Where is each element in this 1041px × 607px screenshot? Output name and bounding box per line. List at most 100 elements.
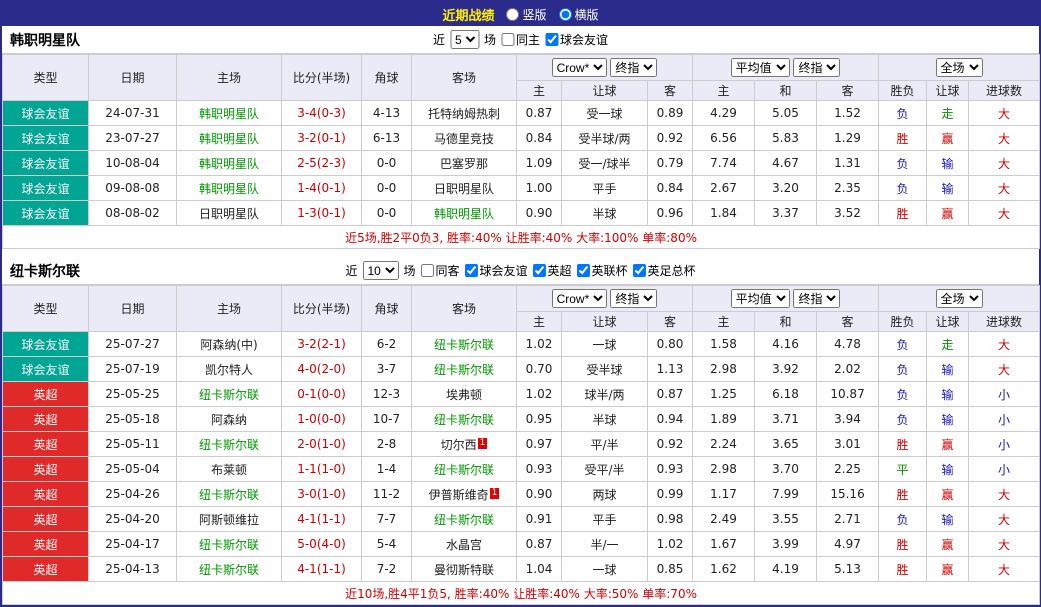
filter-option-1-4[interactable]: 英足总杯 [633, 262, 696, 279]
fulltime-select[interactable]: 全场 [936, 289, 983, 308]
odds-time-select[interactable]: 终指 [610, 58, 657, 77]
avg-odds-away: 1.29 [817, 126, 879, 151]
handicap-odds-away: 1.13 [648, 357, 693, 382]
avg-odds-home: 1.84 [693, 201, 755, 226]
match-row: 英超 25-05-04 布莱顿 1-1(1-0) 1-4 纽卡斯尔联 0.93 … [3, 457, 1040, 482]
away-team-link[interactable]: 巴塞罗那 [412, 151, 517, 176]
home-team-link[interactable]: 韩职明星队 [177, 101, 282, 126]
horizontal-radio[interactable] [559, 8, 572, 21]
result-wdl: 胜 [879, 126, 927, 151]
away-team-link[interactable]: 纽卡斯尔联 [412, 407, 517, 432]
corner-score: 6-2 [362, 332, 412, 357]
avg-odds-home: 2.67 [693, 176, 755, 201]
home-team-link[interactable]: 纽卡斯尔联 [177, 432, 282, 457]
home-team-link[interactable]: 凯尔特人 [177, 357, 282, 382]
away-team-link[interactable]: 纽卡斯尔联 [412, 507, 517, 532]
filter-checkbox-1-4[interactable] [633, 264, 646, 277]
home-team-link[interactable]: 纽卡斯尔联 [177, 482, 282, 507]
table-header-top: 类型日期主场比分(半场)角球客场 Crow* 终指 平均值 终指 全场 [3, 286, 1040, 312]
match-row: 球会友谊 24-07-31 韩职明星队 3-4(0-3) 4-13 托特纳姆热刺… [3, 101, 1040, 126]
bookmaker-select[interactable]: Crow* [552, 58, 607, 77]
home-team-link[interactable]: 阿森纳 [177, 407, 282, 432]
handicap-line: 受半球 [562, 357, 648, 382]
match-date: 09-08-08 [89, 176, 177, 201]
avg-odds-away: 10.87 [817, 382, 879, 407]
match-count-select[interactable]: 5 [450, 30, 479, 49]
filter-checkbox-0-1[interactable] [545, 33, 558, 46]
avg-odds-home: 1.17 [693, 482, 755, 507]
away-team-link[interactable]: 韩职明星队 [412, 201, 517, 226]
fulltime-select[interactable]: 全场 [936, 58, 983, 77]
filter-checkbox-1-2[interactable] [533, 264, 546, 277]
match-row: 英超 25-04-20 阿斯顿维拉 4-1(1-1) 7-7 纽卡斯尔联 0.9… [3, 507, 1040, 532]
layout-vertical-option[interactable]: 竖版 [506, 6, 546, 23]
away-team-link[interactable]: 马德里竞技 [412, 126, 517, 151]
handicap-line: 两球 [562, 482, 648, 507]
filter-checkbox-1-0[interactable] [420, 264, 433, 277]
home-team-link[interactable]: 纽卡斯尔联 [177, 532, 282, 557]
away-team-link[interactable]: 托特纳姆热刺 [412, 101, 517, 126]
average-select[interactable]: 平均值 [731, 289, 790, 308]
subheader-2: 客 [648, 312, 693, 332]
match-count-select[interactable]: 10 [362, 261, 398, 280]
recent-results-panel: 近期战绩 竖版 横版 韩职明星队 近 5 场 同主 球会友谊 [0, 0, 1041, 607]
result-wdl: 负 [879, 151, 927, 176]
away-team-link[interactable]: 曼彻斯特联 [412, 557, 517, 582]
result-handicap: 输 [927, 176, 969, 201]
section-header: 韩职明星队 近 5 场 同主 球会友谊 [2, 26, 1039, 54]
result-goals: 小 [969, 382, 1040, 407]
filter-option-1-2[interactable]: 英超 [533, 262, 572, 279]
away-team-link[interactable]: 水晶宫 [412, 532, 517, 557]
home-team-link[interactable]: 阿森纳(中) [177, 332, 282, 357]
home-team-link[interactable]: 日职明星队 [177, 201, 282, 226]
filter-option-0-1[interactable]: 球会友谊 [545, 31, 608, 48]
home-team-link[interactable]: 布莱顿 [177, 457, 282, 482]
filter-option-1-0[interactable]: 同客 [420, 262, 459, 279]
handicap-odds-away: 1.02 [648, 532, 693, 557]
home-team-link[interactable]: 纽卡斯尔联 [177, 557, 282, 582]
bookmaker-select[interactable]: Crow* [552, 289, 607, 308]
handicap-odds-home: 0.87 [517, 101, 562, 126]
filter-checkbox-0-0[interactable] [501, 33, 514, 46]
layout-horizontal-option[interactable]: 横版 [559, 6, 599, 23]
result-handicap: 输 [927, 382, 969, 407]
vertical-radio[interactable] [506, 8, 519, 21]
avg-time-select[interactable]: 终指 [793, 58, 840, 77]
away-team-link[interactable]: 切尔西1 [412, 432, 517, 457]
subheader-1: 让球 [562, 81, 648, 101]
result-goals: 大 [969, 176, 1040, 201]
avg-odds-home: 1.89 [693, 407, 755, 432]
match-date: 24-07-31 [89, 101, 177, 126]
home-team-link[interactable]: 韩职明星队 [177, 151, 282, 176]
home-team-link[interactable]: 阿斯顿维拉 [177, 507, 282, 532]
away-team-link[interactable]: 纽卡斯尔联 [412, 457, 517, 482]
subheader-8: 进球数 [969, 81, 1040, 101]
handicap-odds-away: 0.92 [648, 432, 693, 457]
handicap-odds-away: 0.85 [648, 557, 693, 582]
result-goals: 小 [969, 457, 1040, 482]
home-team-link[interactable]: 纽卡斯尔联 [177, 382, 282, 407]
header-col-3: 比分(半场) [282, 286, 362, 332]
filter-option-1-3[interactable]: 英联杯 [577, 262, 628, 279]
filter-option-0-0[interactable]: 同主 [501, 31, 540, 48]
filter-checkbox-1-3[interactable] [577, 264, 590, 277]
result-wdl: 负 [879, 332, 927, 357]
away-team-link[interactable]: 埃弗顿 [412, 382, 517, 407]
filter-checkbox-1-1[interactable] [464, 264, 477, 277]
subheader-0: 主 [517, 81, 562, 101]
home-team-link[interactable]: 韩职明星队 [177, 176, 282, 201]
away-team-link[interactable]: 纽卡斯尔联 [412, 332, 517, 357]
odds-time-select[interactable]: 终指 [610, 289, 657, 308]
corner-score: 4-13 [362, 101, 412, 126]
average-select[interactable]: 平均值 [731, 58, 790, 77]
home-team-link[interactable]: 韩职明星队 [177, 126, 282, 151]
avg-time-select[interactable]: 终指 [793, 289, 840, 308]
away-team-link[interactable]: 伊普斯维奇1 [412, 482, 517, 507]
filter-option-1-1[interactable]: 球会友谊 [464, 262, 527, 279]
away-team-link[interactable]: 日职明星队 [412, 176, 517, 201]
away-team-link[interactable]: 纽卡斯尔联 [412, 357, 517, 382]
match-row: 球会友谊 10-08-04 韩职明星队 2-5(2-3) 0-0 巴塞罗那 1.… [3, 151, 1040, 176]
result-goals: 小 [969, 407, 1040, 432]
competition-type: 球会友谊 [3, 151, 89, 176]
corner-score: 12-3 [362, 382, 412, 407]
